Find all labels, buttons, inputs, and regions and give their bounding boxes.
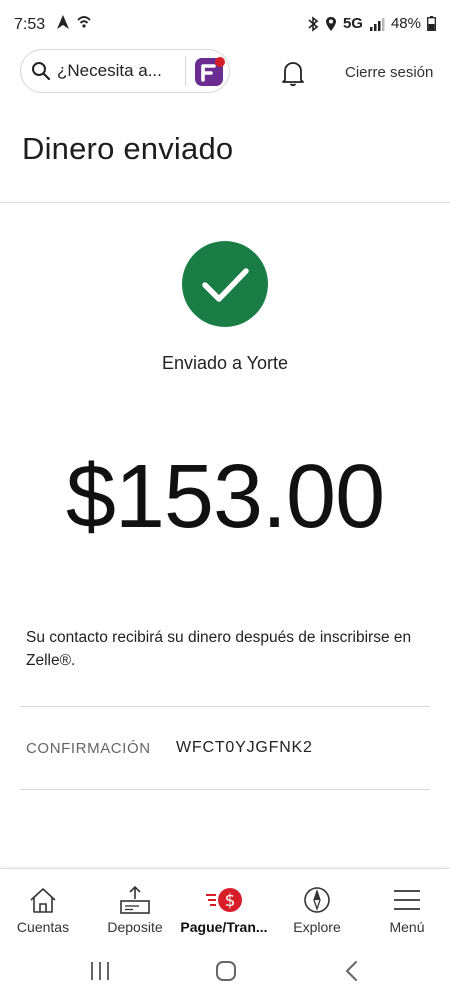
nav-label: Explore	[293, 919, 341, 935]
amount-sent: $153.00	[65, 447, 385, 547]
navigation-arrow-icon	[57, 15, 69, 29]
deposit-icon	[119, 885, 151, 915]
svg-text:$: $	[225, 891, 236, 911]
assistant-icon[interactable]	[193, 55, 227, 89]
bluetooth-icon	[308, 15, 319, 32]
battery-level: 48%	[390, 15, 421, 32]
recipient-note: Su contacto recibirá su dinero después d…	[26, 629, 412, 669]
nav-item-deposite[interactable]: Deposite	[92, 869, 178, 943]
nav-label: Deposite	[107, 919, 163, 935]
house-icon	[28, 885, 58, 915]
network-type: 5G	[342, 15, 363, 32]
signal-icon	[369, 17, 385, 31]
logout-link[interactable]: Cierre sesión	[345, 64, 433, 81]
nav-item-cuentas[interactable]: Cuentas	[0, 869, 86, 943]
home-icon[interactable]	[214, 960, 238, 987]
page-title: Dinero enviado	[22, 131, 234, 166]
search-divider	[185, 56, 186, 86]
system-nav-bar	[0, 942, 450, 1000]
nav-label: Pague/Tran...	[180, 919, 268, 935]
status-time: 7:53	[14, 16, 46, 33]
back-icon[interactable]	[342, 960, 362, 987]
search-input[interactable]: ¿Necesita a...	[57, 61, 185, 81]
confirmation-code: WFCT0YJGFNK2	[176, 739, 313, 756]
success-check-icon	[182, 241, 268, 327]
sent-to-label: Enviado a Yorte	[161, 353, 289, 373]
divider	[20, 706, 430, 707]
nav-item-pay-transfer[interactable]: $ Pague/Tran...	[176, 869, 272, 943]
search-bar[interactable]: ¿Necesita a...	[20, 49, 230, 93]
menu-icon	[392, 885, 422, 915]
battery-icon	[427, 16, 436, 31]
compass-icon	[302, 885, 332, 915]
nav-label: Cuentas	[16, 919, 70, 935]
location-icon	[325, 16, 336, 31]
pay-transfer-icon: $	[204, 885, 244, 915]
recent-apps-icon[interactable]	[88, 960, 112, 987]
search-icon	[31, 61, 51, 81]
divider	[20, 789, 430, 790]
nav-item-explore[interactable]: Explore	[274, 869, 360, 943]
nav-label: Menú	[389, 919, 425, 935]
nav-item-menu[interactable]: Menú	[364, 869, 450, 943]
divider	[0, 202, 450, 203]
confirmation-label: CONFIRMACIÓN	[26, 740, 151, 757]
status-bar: 7:53 5G 48%	[0, 0, 450, 46]
wifi-call-icon	[77, 16, 91, 28]
notifications-bell-icon[interactable]	[278, 58, 308, 93]
bottom-nav: Cuentas Deposite $ Pague/Tran... Explore…	[0, 868, 450, 943]
